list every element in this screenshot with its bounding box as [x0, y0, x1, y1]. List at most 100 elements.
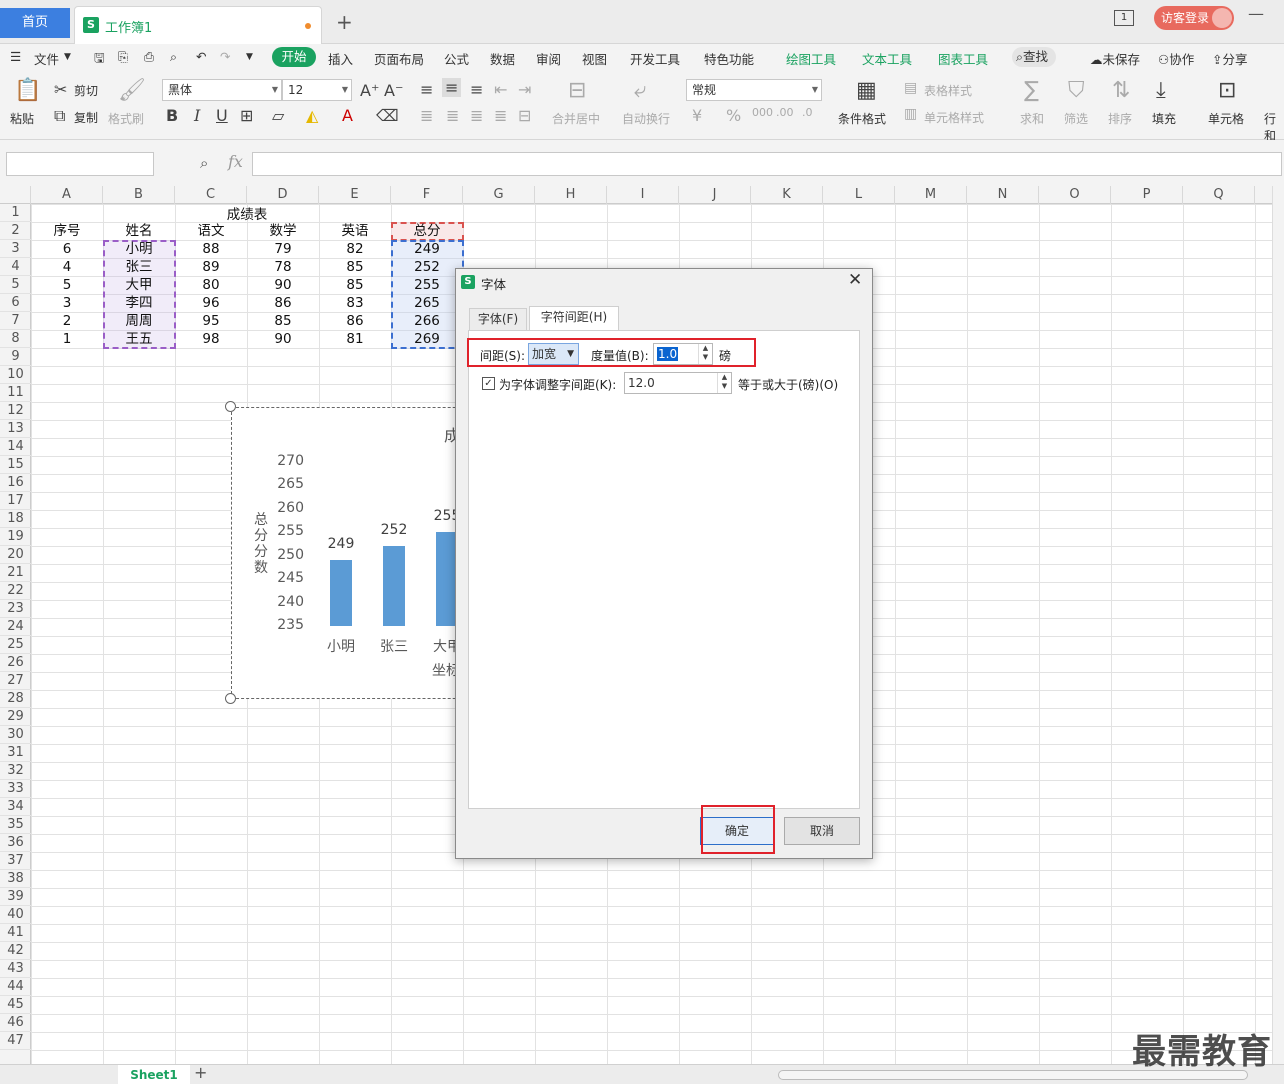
row-header[interactable]: 46: [0, 1014, 31, 1032]
eraser-icon[interactable]: ⌫: [376, 106, 399, 125]
thousands-icon[interactable]: 000: [752, 106, 773, 119]
data-cell[interactable]: 张三: [103, 258, 175, 276]
row-header[interactable]: 34: [0, 798, 31, 816]
row-header[interactable]: 1: [0, 204, 31, 222]
align-middle-icon[interactable]: ≡: [442, 78, 462, 97]
data-cell[interactable]: 李四: [103, 294, 175, 312]
row-header[interactable]: 37: [0, 852, 31, 870]
data-cell[interactable]: 88: [175, 240, 247, 258]
row-header[interactable]: 18: [0, 510, 31, 528]
row-header[interactable]: 12: [0, 402, 31, 420]
data-cell[interactable]: 小明: [103, 240, 175, 258]
column-header-m[interactable]: M: [895, 186, 967, 204]
row-header[interactable]: 4: [0, 258, 31, 276]
row-header[interactable]: 24: [0, 618, 31, 636]
fx-icon[interactable]: fx: [228, 152, 243, 171]
row-header[interactable]: 2: [0, 222, 31, 240]
paste-icon[interactable]: 📋: [14, 78, 41, 103]
menu-developer[interactable]: 开发工具: [630, 49, 680, 68]
bar-0[interactable]: [330, 560, 352, 626]
row-header[interactable]: 39: [0, 888, 31, 906]
data-cell[interactable]: 81: [319, 330, 391, 348]
cell-style-label[interactable]: 单元格样式: [924, 109, 984, 126]
row-header[interactable]: 5: [0, 276, 31, 294]
row-header[interactable]: 20: [0, 546, 31, 564]
row-header[interactable]: 41: [0, 924, 31, 942]
filter-label[interactable]: 筛选: [1064, 110, 1088, 127]
guest-login-button[interactable]: 访客登录: [1154, 6, 1234, 30]
data-cell[interactable]: 95: [175, 312, 247, 330]
header-cell[interactable]: 姓名: [103, 222, 175, 240]
data-cell[interactable]: 85: [319, 276, 391, 294]
name-box[interactable]: [6, 152, 154, 176]
align-right-icon[interactable]: ≣: [470, 106, 483, 125]
data-cell[interactable]: 周周: [103, 312, 175, 330]
row-header[interactable]: 31: [0, 744, 31, 762]
menu-formula[interactable]: 公式: [444, 49, 469, 68]
tab-font[interactable]: 字体(F): [469, 308, 527, 330]
wrap-text-icon[interactable]: ⤶: [634, 78, 646, 103]
row-header[interactable]: 15: [0, 456, 31, 474]
row-header[interactable]: 45: [0, 996, 31, 1014]
row-header[interactable]: 22: [0, 582, 31, 600]
cancel-button[interactable]: 取消: [784, 817, 860, 845]
row-header[interactable]: 36: [0, 834, 31, 852]
data-cell[interactable]: 90: [247, 330, 319, 348]
data-cell[interactable]: 80: [175, 276, 247, 294]
menu-page-layout[interactable]: 页面布局: [374, 49, 424, 68]
table-style-icon[interactable]: ▤: [904, 80, 917, 96]
cell-style-icon[interactable]: ▥: [904, 106, 917, 122]
quick-access-chevron-icon[interactable]: ▼: [246, 52, 253, 62]
row-header[interactable]: 43: [0, 960, 31, 978]
menu-review[interactable]: 审阅: [536, 49, 561, 68]
conditional-format-icon[interactable]: ▦: [856, 78, 877, 103]
indent-increase-icon[interactable]: ⇥: [518, 80, 531, 99]
vertical-scrollbar[interactable]: [1272, 186, 1284, 1064]
row-header[interactable]: 29: [0, 708, 31, 726]
sum-icon[interactable]: ∑: [1024, 78, 1039, 103]
font-name-select[interactable]: 黑体 ▼: [162, 79, 282, 101]
collab-button[interactable]: ⚇协作: [1158, 49, 1194, 68]
data-cell[interactable]: 6: [31, 240, 103, 258]
preview-icon[interactable]: ⌕: [170, 49, 177, 65]
row-header[interactable]: 30: [0, 726, 31, 744]
wrap-text-label[interactable]: 自动换行: [622, 110, 670, 127]
row-header[interactable]: 13: [0, 420, 31, 438]
header-cell[interactable]: 数学: [247, 222, 319, 240]
row-header[interactable]: 8: [0, 330, 31, 348]
row-header[interactable]: 47: [0, 1032, 31, 1050]
column-header-q[interactable]: Q: [1183, 186, 1255, 204]
currency-icon[interactable]: ¥: [692, 106, 702, 125]
menu-text-tools[interactable]: 文本工具: [862, 49, 912, 68]
add-sheet-button[interactable]: +: [194, 1063, 207, 1082]
data-cell[interactable]: 85: [247, 312, 319, 330]
sort-icon[interactable]: ⇅: [1112, 78, 1130, 103]
cell-fill-icon[interactable]: ▱: [272, 106, 284, 125]
column-header-e[interactable]: E: [319, 186, 391, 204]
export-icon[interactable]: ⎘: [118, 49, 128, 65]
data-cell[interactable]: 86: [319, 312, 391, 330]
row-header[interactable]: 17: [0, 492, 31, 510]
share-button[interactable]: ⇪分享: [1212, 49, 1248, 68]
underline-button[interactable]: U: [216, 106, 228, 125]
data-cell[interactable]: 83: [319, 294, 391, 312]
copy-label[interactable]: 复制: [74, 109, 98, 126]
filter-icon[interactable]: ⛉: [1068, 78, 1085, 103]
data-cell[interactable]: 98: [175, 330, 247, 348]
row-header[interactable]: 28: [0, 690, 31, 708]
data-cell[interactable]: 266: [391, 312, 463, 330]
align-center-icon[interactable]: ≣: [446, 106, 459, 125]
sort-label[interactable]: 排序: [1108, 110, 1132, 127]
data-cell[interactable]: 大甲: [103, 276, 175, 294]
row-header[interactable]: 3: [0, 240, 31, 258]
row-header[interactable]: 42: [0, 942, 31, 960]
cell-label[interactable]: 单元格: [1208, 110, 1244, 127]
font-color-icon[interactable]: A: [342, 106, 353, 125]
row-header[interactable]: 14: [0, 438, 31, 456]
row-header[interactable]: 25: [0, 636, 31, 654]
row-header[interactable]: 16: [0, 474, 31, 492]
row-header[interactable]: 6: [0, 294, 31, 312]
data-cell[interactable]: 4: [31, 258, 103, 276]
spinner-arrows-icon[interactable]: ▲ ▼: [717, 373, 731, 393]
column-header-f[interactable]: F: [391, 186, 463, 204]
